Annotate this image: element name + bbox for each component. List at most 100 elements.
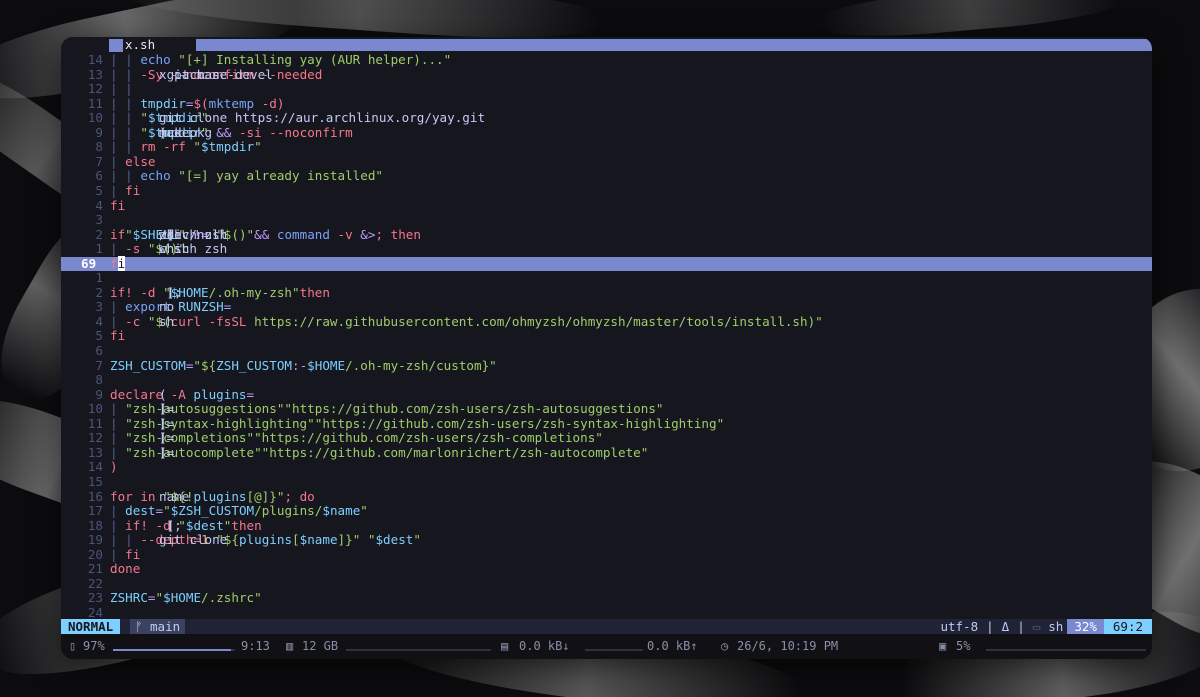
code-line[interactable]: 2 if [ "$SHELL" != "$(which zsh)" ] && co… — [61, 226, 1152, 243]
code-line[interactable]: 23 ZSHRC="$HOME/.zshrc" — [61, 591, 1152, 606]
code-line[interactable]: 14 | | echo "[+] Installing yay (AUR help… — [61, 52, 1152, 68]
code-token: "https://github.com/zsh-users/zsh-autosu… — [284, 401, 664, 417]
code-token: | | — [110, 81, 133, 97]
line-number: 14 — [87, 52, 103, 67]
code-token: ]; — [159, 517, 190, 533]
code-line[interactable]: 10 | ["zsh-autosuggestions"]= "https://git… — [61, 401, 1152, 417]
line-number: 5 — [95, 328, 103, 344]
code-token: /.oh-my-zsh/custom}" — [345, 357, 497, 373]
code-token: $tmpdir — [201, 139, 255, 155]
code-token: $dest — [375, 532, 414, 548]
code-line[interactable]: 9 declare -A plugins= ( — [61, 386, 1152, 403]
editor-buffer[interactable]: 14 | | echo "[+] Installing yay (AUR help… — [61, 52, 1152, 619]
code-line[interactable]: 6 | | echo "[=] yay already installed" — [61, 169, 1152, 184]
code-token: ! -d — [125, 284, 164, 300]
code-token: dest — [125, 503, 156, 519]
code-token: -v — [337, 226, 361, 242]
code-token: ) — [110, 459, 118, 475]
code-line[interactable]: 4 fi — [61, 197, 1152, 214]
code-text: | | (cd "$tmpdir" && makepkg -si --nocon… — [110, 125, 353, 141]
code-line[interactable]: 1 | chsh -s "$(which zsh)" — [61, 241, 1152, 257]
code-text: | | git clone --depth=1 "${plugins[$name… — [110, 532, 421, 548]
code-line[interactable]: 21 done — [61, 561, 1152, 577]
code-line[interactable]: 12 | | — [61, 81, 1152, 97]
code-line[interactable]: 12 | ["zsh-completions"]= "https://github.… — [61, 431, 1152, 446]
code-line[interactable]: 11 | ["zsh-syntax-highlighting"]= "https:/… — [61, 416, 1152, 432]
code-token: name — [159, 488, 197, 504]
filetype-icon: ▭ — [1032, 619, 1041, 634]
code-token: if — [125, 517, 141, 533]
code-token: plugins — [193, 386, 247, 402]
code-text: if [ "$SHELL" != "$(which zsh)" ] && com… — [110, 226, 421, 243]
code-line[interactable]: 9 | | (cd "$tmpdir" && makepkg -si --noco… — [61, 125, 1152, 141]
system-bar: ▯ 97% 9:13 ▥ 12 GB ▤ 0.0 kB↓ 0.0 kB↑ ◷ 2… — [61, 634, 1152, 659]
line-number: 22 — [87, 575, 103, 591]
code-token: " — [193, 139, 202, 155]
code-token: = — [147, 590, 156, 606]
network-meter — [585, 649, 643, 651]
tab-filename[interactable]: x.sh — [125, 38, 155, 52]
code-token: git base-devel — [159, 66, 273, 82]
code-line[interactable]: 13 | ["zsh-autocomplete"]= "https://github… — [61, 445, 1152, 461]
code-line[interactable]: 18 | if [ ! -d "$dest" ]; then — [61, 517, 1152, 534]
code-line[interactable]: 8 | | rm -rf "$tmpdir" — [61, 140, 1152, 155]
code-token: | | — [110, 139, 141, 155]
cpu-meter — [986, 649, 1146, 651]
code-token: echo — [140, 168, 179, 184]
code-line[interactable]: 4 | sh -c "$(curl -fsSL https://raw.githu… — [61, 313, 1152, 330]
code-line[interactable]: 10 | | git clone https://aur.archlinux.or… — [61, 110, 1152, 126]
code-line[interactable]: 11 | | tmpdir=$(mktemp -d) — [61, 95, 1152, 112]
code-token: /.oh-my-zsh" — [208, 284, 300, 300]
network-icon: ▤ — [501, 639, 509, 653]
line-number: 3 — [95, 212, 103, 228]
statusline-right: utf-8 | Δ | ▭ sh 32% 69:2 — [936, 619, 1152, 634]
code-line[interactable]: 7 | else — [61, 154, 1152, 170]
code-token: ( — [159, 386, 167, 402]
code-line[interactable]: 14) — [61, 460, 1152, 475]
battery-meter — [113, 649, 235, 651]
code-token: | | — [110, 95, 141, 111]
code-line[interactable]: 13 | | x pacman -Sy --noconfirm --needed … — [61, 66, 1152, 83]
current-line[interactable]: 69 fi — [61, 255, 1152, 272]
code-line[interactable]: 6 — [61, 343, 1152, 359]
code-token: curl -fsSL — [170, 313, 255, 329]
code-token: " — [163, 503, 171, 519]
code-token: | | — [110, 168, 141, 184]
line-number: 12 — [87, 81, 103, 97]
line-number: 4 — [95, 197, 103, 213]
code-token: ]= — [159, 401, 175, 417]
line-number: 15 — [87, 473, 103, 489]
code-token: $HOME — [163, 590, 202, 606]
code-line[interactable]: 7 ZSH_CUSTOM="${ZSH_CUSTOM:-$HOME/.oh-my-… — [61, 357, 1152, 374]
clock-icon: ◷ — [721, 639, 729, 653]
code-token: then — [299, 284, 330, 300]
code-line[interactable]: 15 — [61, 473, 1152, 490]
code-text: | | rm -rf "$tmpdir" — [110, 140, 262, 155]
git-branch: ᚠ main — [130, 619, 186, 634]
code-text: ZSH_CUSTOM="${ZSH_CUSTOM:-$HOME/.oh-my-z… — [110, 357, 497, 374]
code-line[interactable]: 17 | dest="$ZSH_CUSTOM/plugins/$name" — [61, 503, 1152, 519]
code-line[interactable]: 8 — [61, 373, 1152, 388]
code-line[interactable]: 20 | fi — [61, 547, 1152, 563]
code-token: declare -A — [110, 386, 194, 402]
memory-usage: 12 GB — [302, 639, 339, 653]
tabline-fill — [196, 39, 1152, 51]
code-line[interactable]: 3 — [61, 212, 1152, 228]
code-token: " — [413, 532, 421, 548]
code-token: https://raw.githubusercontent.com/ohmyzs… — [254, 313, 823, 329]
code-line[interactable]: 3 | export RUNZSH= no — [61, 300, 1152, 315]
line-number: 1 — [95, 270, 103, 286]
code-line[interactable]: 5 fi — [61, 329, 1152, 344]
code-line[interactable]: 16 for name in "${!plugins[@]}"; do — [61, 488, 1152, 505]
code-text: fi — [110, 255, 126, 272]
code-line[interactable]: 22 — [61, 575, 1152, 592]
code-line[interactable]: 1 — [61, 271, 1152, 286]
code-line[interactable]: 2 if [ ! -d "$HOME/.oh-my-zsh" ]; then — [61, 284, 1152, 301]
file-encoding: utf-8 — [940, 619, 979, 634]
code-token: | — [110, 517, 126, 533]
scroll-percent: 32% — [1067, 619, 1104, 634]
code-token: "zsh-completions" — [125, 430, 255, 446]
filetype: sh — [1048, 619, 1064, 634]
code-line[interactable]: 19 | | git clone --depth=1 "${plugins[$na… — [61, 532, 1152, 548]
code-line[interactable]: 5 | fi — [61, 183, 1152, 199]
